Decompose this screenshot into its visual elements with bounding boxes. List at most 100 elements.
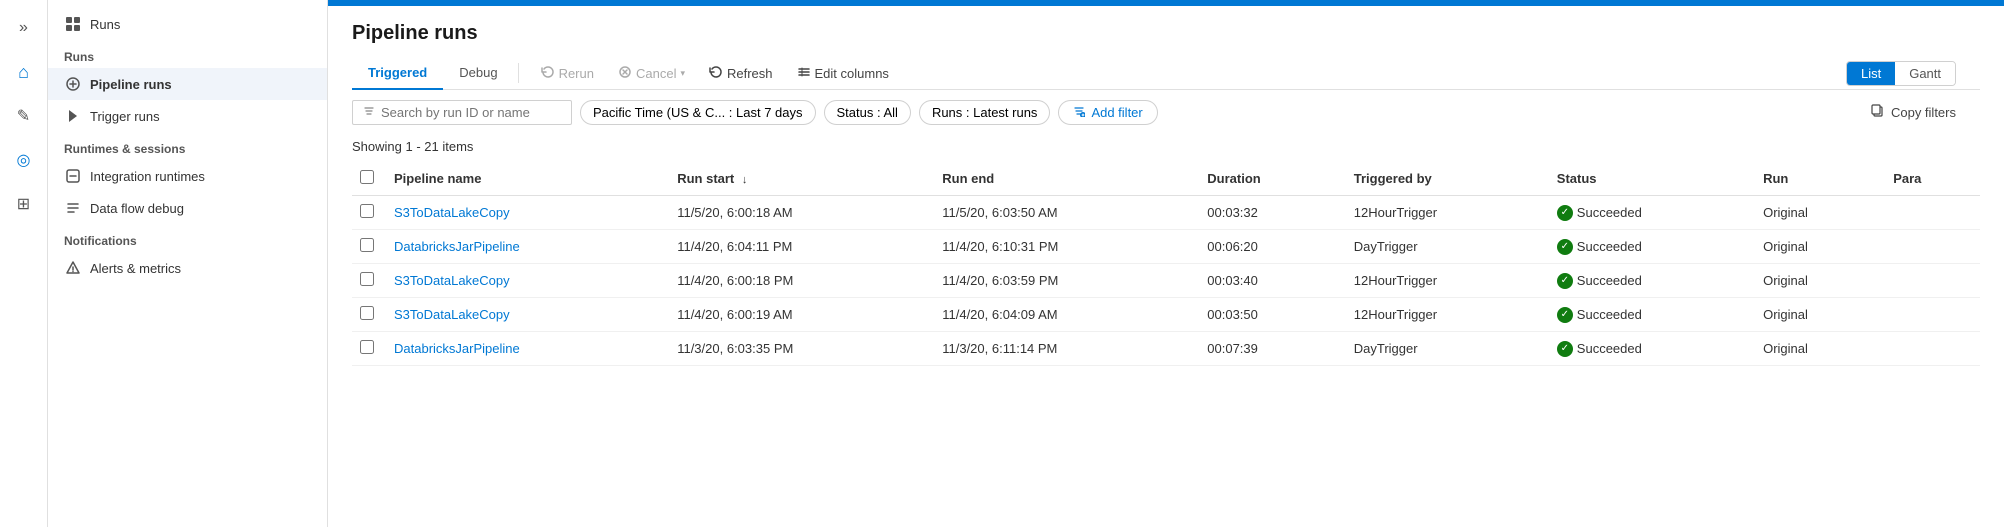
cell-run-end: 11/4/20, 6:10:31 PM [930,230,1195,264]
cell-run: Original [1751,264,1881,298]
view-gantt-button[interactable]: Gantt [1895,62,1955,85]
sidebar-item-dataflow-debug-label: Data flow debug [90,201,184,216]
cell-run-start: 11/4/20, 6:00:19 AM [665,298,930,332]
status-label: Succeeded [1577,341,1642,356]
row-checkbox-cell[interactable] [352,332,382,366]
status-label: Succeeded [1577,273,1642,288]
cancel-icon [618,65,632,82]
cell-run-start: 11/4/20, 6:04:11 PM [665,230,930,264]
cancel-label: Cancel [636,66,676,81]
toolbar-actions: Rerun Cancel ▾ Refresh [531,60,899,87]
search-input[interactable] [381,105,561,120]
pipeline-runs-table: Pipeline name Run start ↓ Run end Durati… [352,162,1980,366]
filter-icon [363,105,375,120]
status-label: Succeeded [1577,205,1642,220]
status-label: Succeeded [1577,239,1642,254]
pipeline-name-link[interactable]: DatabricksJarPipeline [394,239,520,254]
status-filter-chip[interactable]: Status : All [824,100,911,125]
refresh-icon [709,65,723,82]
cell-para [1881,230,1980,264]
cell-status: ✓ Succeeded [1545,264,1751,298]
cell-run-start: 11/5/20, 6:00:18 AM [665,196,930,230]
view-toggle: List Gantt [1846,61,1956,86]
tab-debug[interactable]: Debug [443,57,513,90]
row-checkbox[interactable] [360,340,374,354]
cell-triggered-by: 12HourTrigger [1342,196,1545,230]
nav-icon-strip: » ⌂ ✎ ◎ ⊞ [0,0,48,527]
cancel-chevron-icon: ▾ [680,68,685,79]
cell-run: Original [1751,298,1881,332]
sidebar-item-trigger-runs[interactable]: Trigger runs [48,100,327,132]
rerun-button[interactable]: Rerun [531,60,604,87]
refresh-button[interactable]: Refresh [699,60,783,87]
rerun-icon [541,65,555,82]
status-filter-label: Status : All [837,105,898,120]
sidebar-item-integration-runtimes[interactable]: Integration runtimes [48,160,327,192]
add-filter-button[interactable]: Add filter [1058,100,1157,125]
cell-triggered-by: 12HourTrigger [1342,264,1545,298]
alerts-metrics-icon [64,259,82,277]
pipeline-runs-icon [64,75,82,93]
row-checkbox[interactable] [360,204,374,218]
tab-triggered[interactable]: Triggered [352,57,443,90]
time-filter-label: Pacific Time (US & C... : Last 7 days [593,105,803,120]
row-checkbox-cell[interactable] [352,230,382,264]
cell-name: S3ToDataLakeCopy [382,298,665,332]
row-checkbox[interactable] [360,306,374,320]
home-icon[interactable]: ⌂ [4,52,44,92]
table-row: DatabricksJarPipeline 11/4/20, 6:04:11 P… [352,230,1980,264]
status-label: Succeeded [1577,307,1642,322]
runs-filter-label: Runs : Latest runs [932,105,1038,120]
add-filter-icon [1073,105,1085,120]
sidebar-item-alerts-metrics-label: Alerts & metrics [90,261,181,276]
sidebar-item-alerts-metrics[interactable]: Alerts & metrics [48,252,327,284]
cell-para [1881,196,1980,230]
select-all-header[interactable] [352,162,382,196]
row-checkbox-cell[interactable] [352,264,382,298]
edit-columns-button[interactable]: Edit columns [787,60,899,87]
briefcase-icon[interactable]: ⊞ [4,184,44,224]
time-filter-chip[interactable]: Pacific Time (US & C... : Last 7 days [580,100,816,125]
runs-filter-chip[interactable]: Runs : Latest runs [919,100,1051,125]
cell-run-end: 11/4/20, 6:03:59 PM [930,264,1195,298]
row-checkbox-cell[interactable] [352,196,382,230]
cell-duration: 00:07:39 [1195,332,1342,366]
pipeline-name-link[interactable]: S3ToDataLakeCopy [394,205,510,220]
view-list-button[interactable]: List [1847,62,1895,85]
tabs-row: Triggered Debug Rerun Cancel ▾ [352,57,1980,90]
collapse-nav-icon[interactable]: » [4,8,44,48]
select-all-checkbox[interactable] [360,170,374,184]
copy-filters-button[interactable]: Copy filters [1871,104,1980,121]
sidebar-item-dataflow-debug[interactable]: Data flow debug [48,192,327,224]
row-checkbox[interactable] [360,238,374,252]
sidebar-item-dashboards[interactable]: Runs [48,8,327,40]
monitor-icon[interactable]: ◎ [4,140,44,180]
row-checkbox[interactable] [360,272,374,286]
col-header-name: Pipeline name [382,162,665,196]
table-row: S3ToDataLakeCopy 11/5/20, 6:00:18 AM 11/… [352,196,1980,230]
cell-status: ✓ Succeeded [1545,230,1751,264]
cell-duration: 00:03:32 [1195,196,1342,230]
row-checkbox-cell[interactable] [352,298,382,332]
sidebar-item-trigger-runs-label: Trigger runs [90,109,160,124]
cell-para [1881,264,1980,298]
search-filter[interactable] [352,100,572,125]
page-header: Pipeline runs Triggered Debug Rerun Canc… [328,6,2004,90]
pipeline-name-link[interactable]: S3ToDataLakeCopy [394,307,510,322]
cell-status: ✓ Succeeded [1545,332,1751,366]
sidebar-item-pipeline-runs[interactable]: Pipeline runs [48,68,327,100]
pipeline-name-link[interactable]: S3ToDataLakeCopy [394,273,510,288]
col-header-run-start[interactable]: Run start ↓ [665,162,930,196]
edit-icon[interactable]: ✎ [4,96,44,136]
integration-runtimes-icon [64,167,82,185]
cell-triggered-by: DayTrigger [1342,230,1545,264]
cell-para [1881,298,1980,332]
cell-run-start: 11/4/20, 6:00:18 PM [665,264,930,298]
cell-duration: 00:03:50 [1195,298,1342,332]
main-content: Pipeline runs Triggered Debug Rerun Canc… [328,0,2004,527]
cell-duration: 00:03:40 [1195,264,1342,298]
col-header-duration: Duration [1195,162,1342,196]
cancel-button[interactable]: Cancel ▾ [608,60,695,87]
cell-run-end: 11/3/20, 6:11:14 PM [930,332,1195,366]
pipeline-name-link[interactable]: DatabricksJarPipeline [394,341,520,356]
